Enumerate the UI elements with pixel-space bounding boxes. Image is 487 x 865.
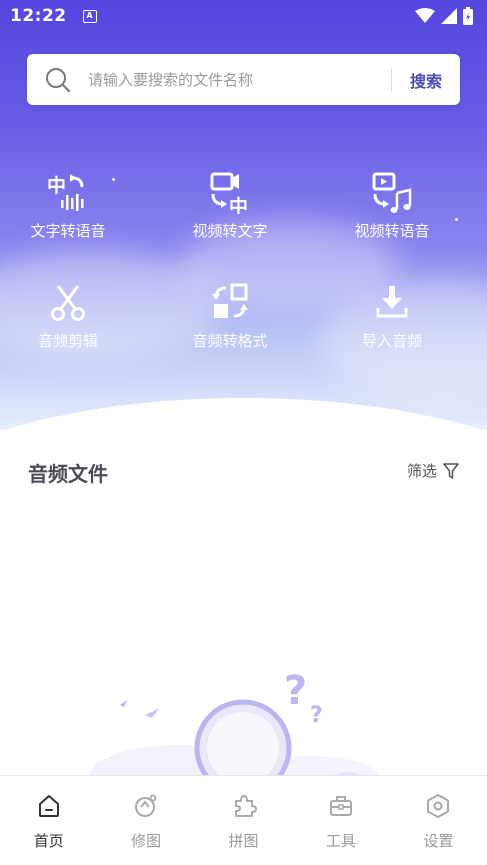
svg-text:?: ? [310,703,323,728]
audio-format-button[interactable]: 音频转格式 [155,280,305,351]
toolbox-icon [329,796,352,816]
nav-item-retouch[interactable]: 修图 [97,776,194,865]
status-icons [415,7,473,25]
nav-label: 拼图 [228,832,259,850]
function-label: 视频转语音 [354,222,430,240]
filter-label: 筛选 [406,462,437,480]
video-to-text-icon: 中 [210,172,248,214]
svg-text:中: 中 [229,195,248,214]
filter-button[interactable]: 筛选 [407,460,459,481]
wifi-icon [415,8,435,23]
nav-item-puzzle[interactable]: 拼图 [195,776,292,865]
notification-a-icon: A [82,9,97,23]
puzzle-icon [234,795,257,817]
nav-label: 设置 [423,832,454,850]
nav-item-tools[interactable]: 工具 [292,776,389,865]
audio-clip-button[interactable]: 音频剪辑 [0,280,143,351]
status-bar: 12:22 A [0,0,487,32]
search-icon [46,67,71,92]
settings-icon [427,794,450,818]
status-time: 12:22 [10,6,67,26]
nav-label: 修图 [131,832,162,850]
text-to-speech-icon: 中 [47,174,84,211]
function-label: 音频转格式 [192,332,268,350]
function-label: 导入音频 [361,332,422,350]
nav-item-home[interactable]: 首页 [0,776,97,865]
import-icon [376,286,408,318]
nav-label: 工具 [325,832,356,850]
video-to-audio-icon [372,172,412,213]
battery-icon [463,7,473,25]
hero-curve [0,398,487,430]
video-to-audio-button[interactable]: 视频转语音 [317,170,467,241]
bottom-navigation: 首页 修图 拼图 工具 设置 [0,775,487,865]
retouch-icon [135,794,157,817]
nav-label: 首页 [33,832,64,850]
text-to-speech-button[interactable]: 中 文字转语音 [0,170,143,241]
function-label: 音频剪辑 [37,332,98,350]
format-convert-icon [212,283,248,318]
nav-item-settings[interactable]: 设置 [390,776,487,865]
function-label: 视频转文字 [192,222,268,240]
search-button[interactable]: 搜索 [392,68,460,92]
empty-state-illustration: ? ? [90,668,380,780]
svg-text:?: ? [284,668,307,714]
svg-text:中: 中 [47,174,66,197]
search-bar: 搜索 [27,54,460,105]
video-to-text-button[interactable]: 中 视频转文字 [155,170,305,241]
signal-icon [441,8,457,24]
filter-icon [443,462,459,479]
import-audio-button[interactable]: 导入音频 [317,280,467,351]
search-input[interactable] [88,70,391,89]
function-label: 文字转语音 [30,222,106,240]
home-icon [38,795,59,817]
section-title: 音频文件 [28,462,108,486]
scissors-icon [51,285,85,321]
